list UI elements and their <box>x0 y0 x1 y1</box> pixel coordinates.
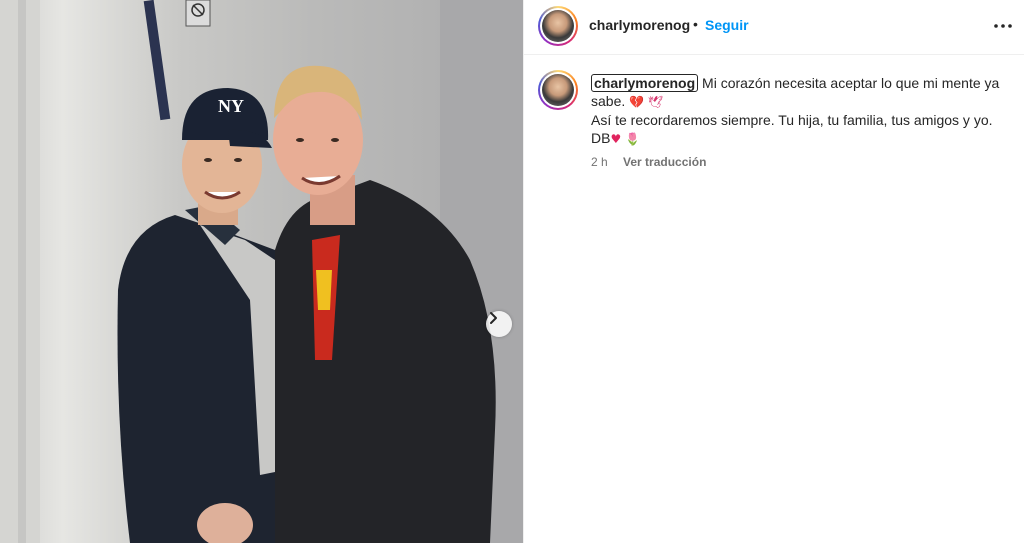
post-meta: 2 h Ver traducción <box>591 155 706 169</box>
cap-logo: NY <box>218 96 244 116</box>
broken-heart-dove-emoji: 💔 🕊 <box>629 95 664 109</box>
caption: charlymorenog Mi corazón necesita acepta… <box>591 74 1011 148</box>
red-heart-emoji: ♥ <box>610 132 622 146</box>
caption-line1: Mi corazón necesita aceptar lo que mi me… <box>702 75 1000 91</box>
avatar-image <box>542 74 574 106</box>
photo-illustration: NY <box>0 0 523 543</box>
post-time: 2 h <box>591 155 608 169</box>
caption-line4: DB <box>591 130 611 146</box>
follow-button[interactable]: Seguir <box>705 17 749 33</box>
chevron-right-icon <box>490 312 497 324</box>
caption-username[interactable]: charlymorenog <box>591 74 699 92</box>
post-header: charlymorenog • Seguir <box>524 0 1024 55</box>
caption-avatar[interactable] <box>538 70 578 110</box>
more-options-button[interactable] <box>992 15 1014 37</box>
avatar-image <box>542 10 574 42</box>
post-side-panel: charlymorenog • Seguir charlymorenog Mi … <box>523 0 1024 543</box>
tulip-emoji: 🌷 <box>625 132 641 146</box>
header-username[interactable]: charlymorenog <box>589 17 690 33</box>
header-separator: • <box>693 16 698 32</box>
post-photo: NY <box>0 0 523 543</box>
avatar[interactable] <box>538 6 578 46</box>
caption-line2: sabe. <box>591 93 626 109</box>
next-photo-button[interactable] <box>486 311 512 337</box>
see-translation-button[interactable]: Ver traducción <box>623 155 706 169</box>
caption-line3: Así te recordaremos siempre. Tu hija, tu… <box>591 112 993 128</box>
more-horizontal-icon <box>994 24 1012 28</box>
